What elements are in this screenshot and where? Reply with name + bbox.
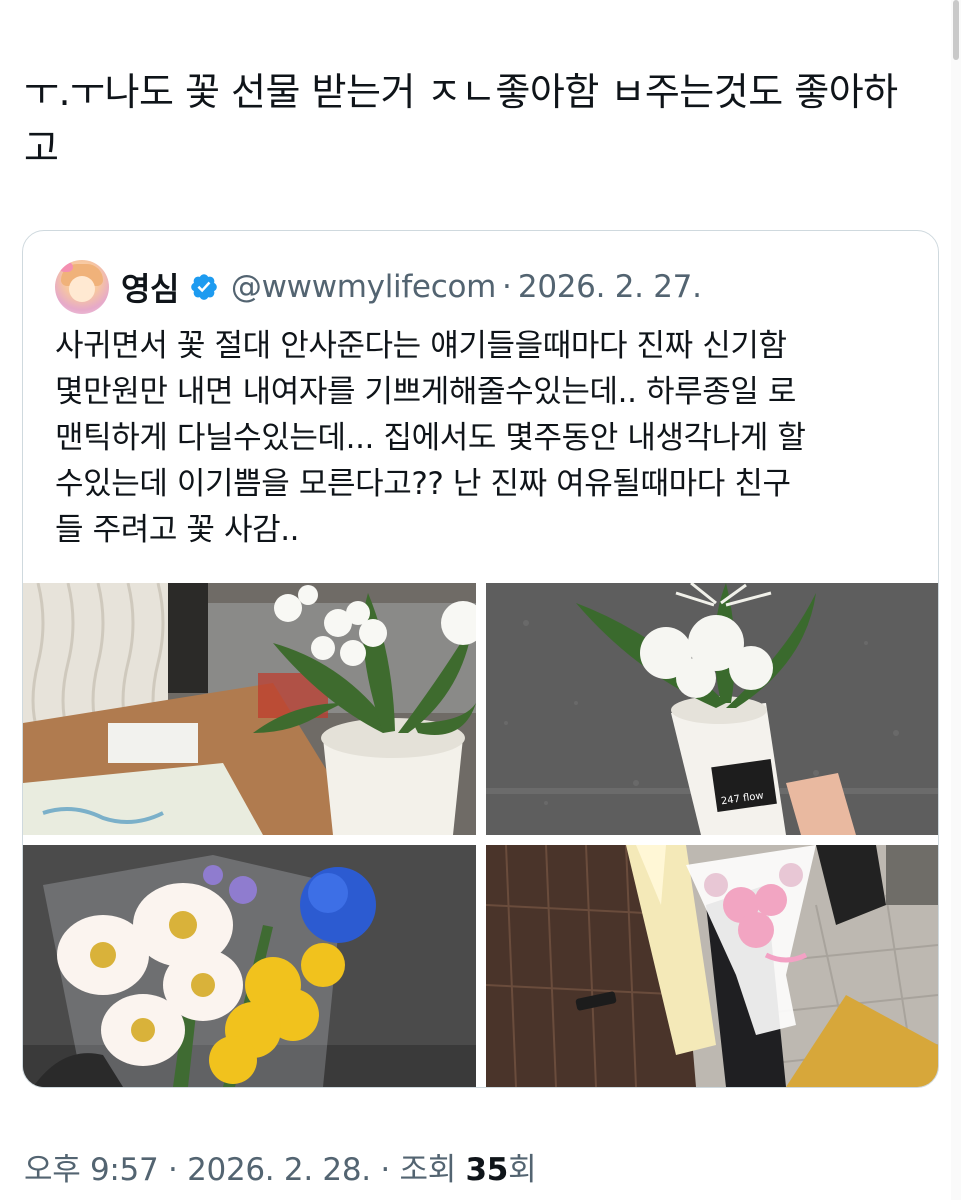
- quoted-author-avatar[interactable]: [55, 260, 109, 314]
- photo-daisies-blue-rose[interactable]: [23, 845, 476, 1087]
- tweet-time[interactable]: 오후 9:57: [24, 1152, 159, 1188]
- quoted-text-line-5: 들 주려고 꽃 사감..: [55, 512, 300, 548]
- quoted-tweet-date[interactable]: 2026. 2. 27.: [518, 269, 702, 305]
- photo-white-bouquet-on-box[interactable]: [23, 583, 476, 835]
- scrollbar-thumb[interactable]: [953, 0, 959, 60]
- quoted-text-line-3: 맨틱하게 다닐수있는데... 집에서도 몇주동안 내생각나게 할: [55, 420, 806, 456]
- tweet-meta: 오후 9:57 · 2026. 2. 28. · 조회 35회: [24, 1144, 537, 1189]
- separator-dot: ·: [502, 269, 512, 305]
- quoted-tweet-header: 영심 @wwwmylifecom · 2026. 2. 27.: [55, 259, 702, 315]
- views-count[interactable]: 35: [466, 1152, 509, 1188]
- photo-white-roses-cup[interactable]: 247 flow: [486, 583, 938, 835]
- quoted-text-line-1: 사귀면서 꽃 절대 안사준다는 얘기들을때마다 진짜 신기함: [55, 328, 787, 364]
- tweet-text-line-1: ㅜ.ㅜ나도 꽃 선물 받는거 ㅈㄴ좋아함 ㅂ주는것도 좋아하: [24, 70, 898, 114]
- separator-dot: ·: [167, 1152, 188, 1188]
- quoted-author-handle[interactable]: @wwwmylifecom: [231, 269, 496, 305]
- tweet-text-line-2: 고: [24, 126, 59, 170]
- quoted-text-line-2: 몇만원만 내면 내여자를 기쁘게해줄수있는데.. 하루종일 로: [55, 374, 797, 410]
- scrollbar-track[interactable]: [951, 0, 961, 1200]
- quoted-author-name[interactable]: 영심: [121, 264, 179, 310]
- photo-pink-bouquet-people[interactable]: [486, 845, 938, 1087]
- quoted-text-line-4: 수있는데 이기쁨을 모른다고?? 난 진짜 여유될때마다 친구: [55, 466, 791, 502]
- media-grid: 247 flow: [23, 583, 938, 1087]
- separator-dot: ·: [380, 1152, 400, 1188]
- tweet-text: ㅜ.ㅜ나도 꽃 선물 받는거 ㅈㄴ좋아함 ㅂ주는것도 좋아하고: [24, 64, 929, 176]
- quoted-tweet-text: 사귀면서 꽃 절대 안사준다는 얘기들을때마다 진짜 신기함몇만원만 내면 내여…: [55, 323, 913, 553]
- views-unit: 회: [508, 1152, 537, 1188]
- quoted-tweet-card[interactable]: 영심 @wwwmylifecom · 2026. 2. 27. 사귀면서 꽃 절…: [22, 230, 939, 1088]
- views-label: 조회: [399, 1152, 457, 1188]
- tweet-date[interactable]: 2026. 2. 28.: [187, 1152, 371, 1188]
- verified-badge-icon: [191, 274, 217, 300]
